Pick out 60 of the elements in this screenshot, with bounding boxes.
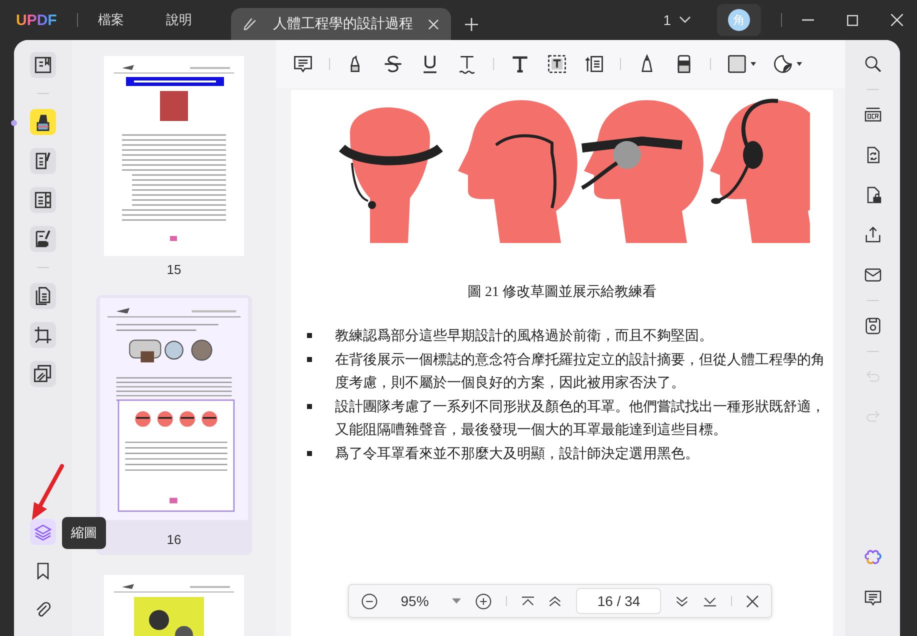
share-icon[interactable]: [862, 225, 882, 245]
sidebar-tool-button[interactable]: [30, 361, 56, 387]
form-icon: [32, 189, 54, 211]
watermark-icon: [32, 363, 54, 385]
app-logo: UPDF: [16, 12, 57, 28]
page-thumbnail[interactable]: [100, 298, 248, 520]
tooltip: 縮圖: [62, 517, 106, 549]
comment-icon[interactable]: [292, 53, 314, 75]
save-icon[interactable]: [862, 316, 882, 336]
menu-item[interactable]: 說明: [166, 11, 192, 29]
sidebar-tool-button[interactable]: [30, 52, 56, 78]
close-icon[interactable]: [746, 594, 759, 608]
new-tab-icon[interactable]: [464, 18, 478, 30]
bullet-marker: [307, 450, 312, 456]
squiggly-underline-icon[interactable]: [456, 53, 478, 75]
next-page-icon[interactable]: [675, 596, 690, 606]
crop-icon: [32, 324, 54, 346]
sidebar-tool-button[interactable]: [30, 109, 56, 135]
zoom-level[interactable]: 95%: [392, 593, 438, 609]
page-number: 15: [166, 262, 182, 277]
sidebar-tool-button[interactable]: [30, 283, 56, 309]
rectangle-shape-icon[interactable]: [726, 53, 757, 75]
bullet-marker: [307, 333, 312, 338]
text-callout-icon[interactable]: [583, 53, 605, 75]
zoom-out-icon[interactable]: [361, 592, 378, 610]
book-icon: [32, 54, 54, 76]
sidebar-tool-button[interactable]: [30, 148, 56, 174]
dropdown-caret-icon[interactable]: [452, 598, 461, 604]
chevron-down-icon[interactable]: [679, 16, 691, 24]
sidebar-tool-button[interactable]: [30, 322, 56, 348]
pointer-arrow: [30, 464, 64, 522]
page-number-field[interactable]: 16 / 34: [576, 588, 662, 614]
layers-icon: [33, 522, 53, 542]
maximize-icon[interactable]: [847, 14, 858, 26]
bullet-marker: [307, 404, 312, 408]
sticker-icon[interactable]: [772, 53, 803, 75]
search-icon[interactable]: [862, 54, 882, 74]
page-number: 16: [166, 532, 182, 547]
bullet-text: 在背後展示一個標誌的意念符合摩托羅拉定立的設計摘要，但從人體工程學的角度考慮，則不屬於一個良好的方案，因此被用家否決了。: [335, 350, 826, 392]
text-box-icon[interactable]: [546, 53, 568, 75]
tab-title: 人體工程學的設計過程: [272, 15, 414, 33]
zoom-in-icon[interactable]: [474, 592, 492, 610]
bullet-marker: [307, 356, 312, 362]
previous-page-icon[interactable]: [548, 596, 562, 606]
comment-icon[interactable]: [862, 588, 882, 608]
last-page-icon[interactable]: [703, 596, 718, 606]
menu-item[interactable]: 檔案: [98, 11, 124, 29]
sidebar-tool-button[interactable]: [30, 187, 56, 213]
first-page-icon[interactable]: [520, 596, 534, 606]
strikethrough-icon[interactable]: [382, 53, 404, 75]
thumbnails-button[interactable]: [30, 519, 56, 545]
bullet-text: 設計團隊考慮了一系列不同形狀及顏色的耳罩。他們嘗試找出一種形狀既舒適，又能阻隔嘈雜聲音，最後發現一個大的耳罩最能達到這些目標。: [335, 398, 826, 439]
sidebar-tool-button[interactable]: [30, 226, 56, 252]
window-count[interactable]: 1: [663, 12, 671, 28]
bullet-text: 教練認爲部分這些早期設計的風格過於前衛，而且不夠堅固。: [335, 327, 714, 345]
indicator-dot: [11, 120, 17, 126]
page-thumbnail[interactable]: [104, 56, 244, 256]
figure-caption: 圖 21 修改草圖並展示給教練看: [468, 284, 656, 301]
document-tab[interactable]: 人體工程學的設計過程: [230, 8, 451, 40]
bullet-text: 爲了令耳罩看來並不那麼大及明顯，設計師決定選用黑色。: [335, 444, 700, 462]
